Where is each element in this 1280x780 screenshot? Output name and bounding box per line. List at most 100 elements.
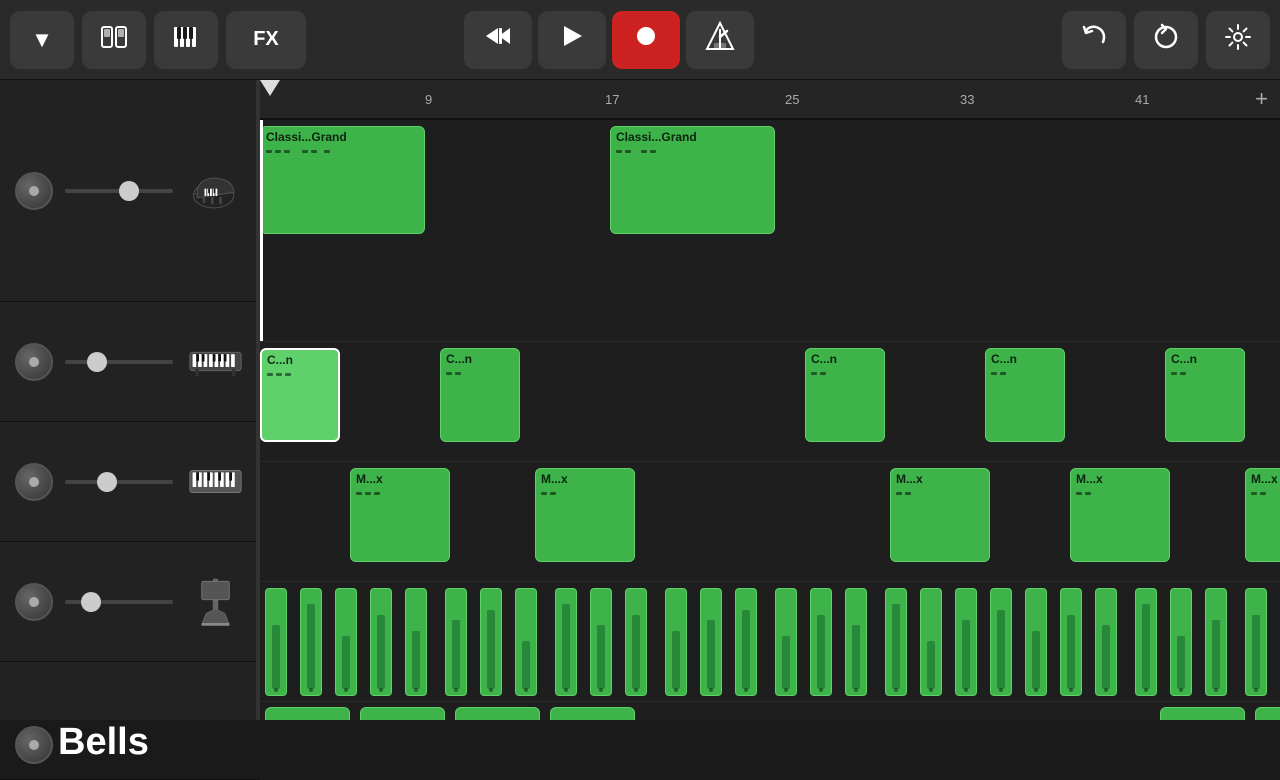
clip-drum-2[interactable]: • • • (360, 707, 445, 720)
bar-clip-0[interactable] (265, 588, 287, 696)
track-2-knob[interactable] (15, 343, 53, 381)
bar-visual-8 (562, 604, 570, 689)
bar-clip-21[interactable] (1025, 588, 1047, 696)
arranger-button[interactable] (82, 11, 146, 69)
clip-mx-notes-3 (891, 489, 989, 498)
dropdown-button[interactable]: ▼ (10, 11, 74, 69)
clip-cn-1-selected[interactable]: C...n (260, 348, 340, 442)
arranger-icon (100, 23, 128, 57)
clip-cn-5[interactable]: C...n (1165, 348, 1245, 442)
undo-button[interactable] (1062, 11, 1126, 69)
bar-clip-13[interactable] (735, 588, 757, 696)
clip-mx-4[interactable]: M...x (1070, 468, 1170, 562)
bar-dot-26 (1214, 688, 1218, 692)
clip-mx-label-2: M...x (536, 469, 634, 489)
settings-button[interactable] (1206, 11, 1270, 69)
slider-thumb-3 (97, 472, 117, 492)
add-track-button[interactable]: + (1255, 86, 1268, 112)
bar-clip-18[interactable] (920, 588, 942, 696)
track-5-knob[interactable] (15, 726, 53, 764)
bar-dot-1 (309, 688, 313, 692)
track-2-slider[interactable] (65, 360, 173, 364)
piano-roll-button[interactable] (154, 11, 218, 69)
slider-thumb-4 (81, 592, 101, 612)
bar-clip-17[interactable] (885, 588, 907, 696)
clip-mx-2[interactable]: M...x (535, 468, 635, 562)
bar-clip-15[interactable] (810, 588, 832, 696)
bar-clip-5[interactable] (445, 588, 467, 696)
clip-cn-2[interactable]: C...n (440, 348, 520, 442)
track-3-knob[interactable] (15, 463, 53, 501)
clip-drum-3[interactable]: • • • (455, 707, 540, 720)
bar-clip-23[interactable] (1095, 588, 1117, 696)
bells-label: Bells (58, 721, 149, 764)
synth-icon (185, 452, 245, 512)
bar-clip-12[interactable] (700, 588, 722, 696)
clip-cn-label-2: C...n (441, 349, 519, 369)
bar-visual-0 (272, 625, 280, 689)
bar-dot-23 (1104, 688, 1108, 692)
bar-dot-27 (1254, 688, 1258, 692)
clip-mx-3[interactable]: M...x (890, 468, 990, 562)
bar-clip-14[interactable] (775, 588, 797, 696)
clip-drum-6[interactable]: • • • (1255, 707, 1280, 720)
bar-dot-15 (819, 688, 823, 692)
knob-indicator-3 (29, 477, 39, 487)
track-1-knob[interactable] (15, 172, 53, 210)
bar-visual-10 (632, 615, 640, 689)
clip-grand-2[interactable]: Classi...Grand (610, 126, 775, 234)
bar-clip-1[interactable] (300, 588, 322, 696)
bar-clip-27[interactable] (1245, 588, 1267, 696)
ruler-mark-17: 17 (605, 92, 619, 107)
clip-cn-4[interactable]: C...n (985, 348, 1065, 442)
bar-clip-19[interactable] (955, 588, 977, 696)
ruler-mark-41: 41 (1135, 92, 1149, 107)
clip-mx-1[interactable]: M...x (350, 468, 450, 562)
clip-cn-label-1: C...n (262, 350, 338, 370)
track-4-slider[interactable] (65, 600, 173, 604)
bar-clip-11[interactable] (665, 588, 687, 696)
bar-clip-4[interactable] (405, 588, 427, 696)
timeline-track-3: M...x M...x M...x (260, 462, 1280, 582)
clip-drum-1[interactable]: • • • (265, 707, 350, 720)
track-3-slider[interactable] (65, 480, 173, 484)
clip-drum-4[interactable]: • • • (550, 707, 635, 720)
clip-cn-3[interactable]: C...n (805, 348, 885, 442)
metronome-button[interactable] (686, 11, 754, 69)
record-button[interactable] (612, 11, 680, 69)
bar-dot-6 (489, 688, 493, 692)
clip-mx-5[interactable]: M...x (1245, 468, 1280, 562)
bar-dot-2 (344, 688, 348, 692)
piano-roll-icon (172, 23, 200, 57)
bar-clip-6[interactable] (480, 588, 502, 696)
track-4-knob[interactable] (15, 583, 53, 621)
bar-clip-9[interactable] (590, 588, 612, 696)
bar-visual-7 (522, 641, 530, 689)
fx-button[interactable]: FX (226, 11, 306, 69)
clip-drum-5[interactable]: • • • (1160, 707, 1245, 720)
track-1-slider[interactable] (65, 189, 173, 193)
clip-grand-1[interactable]: Classi...Grand (260, 126, 425, 234)
bar-visual-21 (1032, 631, 1040, 689)
bar-clip-16[interactable] (845, 588, 867, 696)
bar-clip-8[interactable] (555, 588, 577, 696)
bar-clip-2[interactable] (335, 588, 357, 696)
clip-cn-notes-1 (262, 370, 338, 379)
clip-mx-label-5: M...x (1246, 469, 1280, 489)
bar-dot-7 (524, 688, 528, 692)
tracks-area: Classi...Grand Classi...Grand (260, 120, 1280, 720)
play-button[interactable] (538, 11, 606, 69)
bar-clip-22[interactable] (1060, 588, 1082, 696)
bar-clip-10[interactable] (625, 588, 647, 696)
rewind-button[interactable] (464, 11, 532, 69)
clip-cn-notes-2 (441, 369, 519, 378)
bar-clip-3[interactable] (370, 588, 392, 696)
bar-clip-7[interactable] (515, 588, 537, 696)
track-row-1 (0, 80, 260, 302)
bar-dot-3 (379, 688, 383, 692)
bar-clip-20[interactable] (990, 588, 1012, 696)
loop-button[interactable] (1134, 11, 1198, 69)
bar-clip-24[interactable] (1135, 588, 1157, 696)
bar-clip-25[interactable] (1170, 588, 1192, 696)
bar-clip-26[interactable] (1205, 588, 1227, 696)
